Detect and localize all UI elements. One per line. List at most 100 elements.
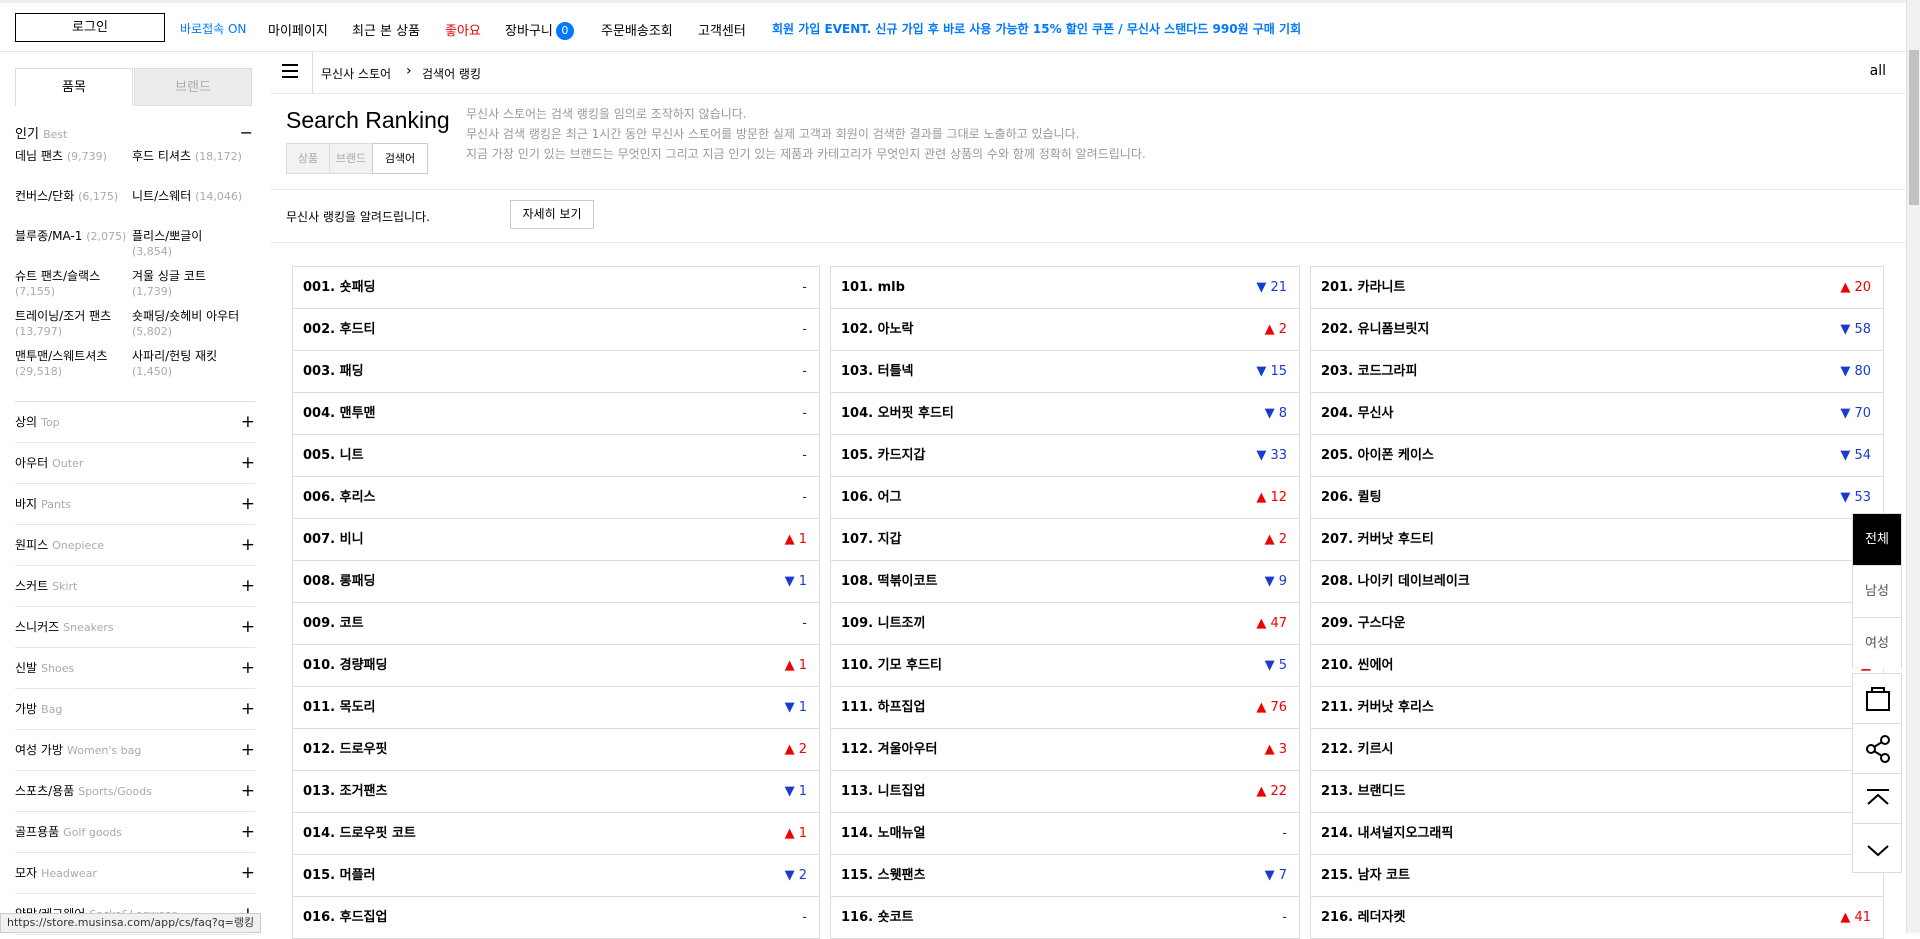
popular-item[interactable]: 컨버스/단화 (6,175) xyxy=(15,189,127,204)
ranking-row[interactable]: 215. 남자 코트 xyxy=(1311,855,1883,897)
ranking-row[interactable]: 014. 드로우핏 코트▲ 1 xyxy=(293,813,819,855)
likes-link[interactable]: 좋아요 xyxy=(445,20,481,39)
ranking-row[interactable]: 111. 하프집업▲ 76 xyxy=(831,687,1299,729)
ranking-row[interactable]: 201. 카라니트▲ 20 xyxy=(1311,267,1883,309)
ranking-row[interactable]: 206. 퀼팅▼ 53 xyxy=(1311,477,1883,519)
category-item[interactable]: 모자Headwear+ xyxy=(15,853,255,894)
ranking-row[interactable]: 109. 니트조끼▲ 47 xyxy=(831,603,1299,645)
share-icon[interactable] xyxy=(1852,723,1902,773)
expand-icon[interactable]: + xyxy=(241,484,255,524)
category-item[interactable]: 스포츠/용품Sports/Goods+ xyxy=(15,771,255,812)
tab-keywords[interactable]: 검색어 xyxy=(372,143,428,174)
popular-item[interactable]: 숏패딩/숏헤비 아우터 (5,802) xyxy=(132,309,244,339)
popular-item[interactable]: 사파리/헌팅 재킷 (1,450) xyxy=(132,349,244,379)
ranking-row[interactable]: 107. 지갑▲ 2 xyxy=(831,519,1299,561)
more-details-button[interactable]: 자세히 보기 xyxy=(510,200,594,229)
category-item[interactable]: 아우터Outer+ xyxy=(15,443,255,484)
ranking-row[interactable]: 106. 어그▲ 12 xyxy=(831,477,1299,519)
collapse-icon[interactable]: − xyxy=(240,123,253,142)
order-tracking-link[interactable]: 주문배송조회 xyxy=(601,20,673,39)
category-item[interactable]: 가방Bag+ xyxy=(15,689,255,730)
ranking-row[interactable]: 003. 패딩- xyxy=(293,351,819,393)
ranking-row[interactable]: 208. 나이키 데이브레이크▲ xyxy=(1311,561,1883,603)
ranking-row[interactable]: 108. 떡볶이코트▼ 9 xyxy=(831,561,1299,603)
ranking-row[interactable]: 101. mlb▼ 21 xyxy=(831,267,1299,309)
expand-icon[interactable]: + xyxy=(241,730,255,770)
category-item[interactable]: 원피스Onepiece+ xyxy=(15,525,255,566)
filter-all-button[interactable]: 전체 xyxy=(1852,513,1902,565)
ranking-row[interactable]: 007. 비니▲ 1 xyxy=(293,519,819,561)
ranking-row[interactable]: 010. 경량패딩▲ 1 xyxy=(293,645,819,687)
ranking-row[interactable]: 002. 후드티- xyxy=(293,309,819,351)
ranking-row[interactable]: 011. 목도리▼ 1 xyxy=(293,687,819,729)
expand-icon[interactable]: + xyxy=(241,566,255,606)
filter-women-button[interactable]: 여성 xyxy=(1852,617,1902,669)
popular-item[interactable]: 슈트 팬츠/슬랙스 (7,155) xyxy=(15,269,127,299)
tab-brands-ranking[interactable]: 브랜드 xyxy=(329,143,373,174)
popular-item[interactable]: 겨울 싱글 코트 (1,739) xyxy=(132,269,244,299)
ranking-row[interactable]: 214. 내셔널지오그래픽- xyxy=(1311,813,1883,855)
scroll-top-icon[interactable] xyxy=(1852,773,1902,823)
popular-item[interactable]: 니트/스웨터 (14,046) xyxy=(132,189,244,204)
category-item[interactable]: 스커트Skirt+ xyxy=(15,566,255,607)
ranking-row[interactable]: 110. 기모 후드티▼ 5 xyxy=(831,645,1299,687)
event-banner-link[interactable]: 회원 가입 EVENT. 신규 가입 후 바로 사용 가능한 15% 할인 쿠폰… xyxy=(772,20,1301,37)
ranking-row[interactable]: 005. 니트- xyxy=(293,435,819,477)
shopping-bag-icon[interactable] xyxy=(1852,673,1902,723)
ranking-row[interactable]: 013. 조거팬츠▼ 1 xyxy=(293,771,819,813)
expand-icon[interactable]: + xyxy=(241,443,255,483)
filter-men-button[interactable]: 남성 xyxy=(1852,565,1902,617)
ranking-row[interactable]: 207. 커버낫 후드티▲ xyxy=(1311,519,1883,561)
expand-icon[interactable]: + xyxy=(241,607,255,647)
ranking-row[interactable]: 012. 드로우핏▲ 2 xyxy=(293,729,819,771)
ranking-row[interactable]: 210. 씬에어▲ xyxy=(1311,645,1883,687)
ranking-row[interactable]: 114. 노매뉴얼- xyxy=(831,813,1299,855)
ranking-row[interactable]: 009. 코트- xyxy=(293,603,819,645)
category-item[interactable]: 스니커즈Sneakers+ xyxy=(15,607,255,648)
scroll-down-icon[interactable] xyxy=(1852,823,1902,873)
ranking-row[interactable]: 203. 코드그라피▼ 80 xyxy=(1311,351,1883,393)
mypage-link[interactable]: 마이페이지 xyxy=(268,20,328,39)
ranking-row[interactable]: 001. 숏패딩- xyxy=(293,267,819,309)
ranking-row[interactable]: 103. 터틀넥▼ 15 xyxy=(831,351,1299,393)
ranking-row[interactable]: 204. 무신사▼ 70 xyxy=(1311,393,1883,435)
ranking-row[interactable]: 105. 카드지갑▼ 33 xyxy=(831,435,1299,477)
category-item[interactable]: 상의Top+ xyxy=(15,402,255,443)
ranking-row[interactable]: 104. 오버핏 후드티▼ 8 xyxy=(831,393,1299,435)
popular-item[interactable]: 데님 팬츠 (9,739) xyxy=(15,149,127,164)
cart-link[interactable]: 장바구니0 xyxy=(505,20,574,40)
ranking-row[interactable]: 212. 키르시▼ xyxy=(1311,729,1883,771)
popular-item[interactable]: 트레이닝/조거 팬츠 (13,797) xyxy=(15,309,127,339)
category-item[interactable]: 바지Pants+ xyxy=(15,484,255,525)
ranking-row[interactable]: 202. 유니폼브릿지▼ 58 xyxy=(1311,309,1883,351)
ranking-row[interactable]: 015. 머플러▼ 2 xyxy=(293,855,819,897)
expand-icon[interactable]: + xyxy=(241,853,255,893)
tab-brands[interactable]: 브랜드 xyxy=(134,68,252,106)
tab-items[interactable]: 품목 xyxy=(15,68,133,106)
popular-item[interactable]: 플리스/뽀글이 (3,854) xyxy=(132,229,244,259)
popular-item[interactable]: 후드 티셔츠 (18,172) xyxy=(132,149,244,164)
popular-item[interactable]: 블루종/MA-1 (2,075) xyxy=(15,229,127,244)
tab-products[interactable]: 상품 xyxy=(286,143,330,174)
ranking-row[interactable]: 209. 구스다운 xyxy=(1311,603,1883,645)
ranking-row[interactable]: 211. 커버낫 후리스▲ xyxy=(1311,687,1883,729)
expand-icon[interactable]: + xyxy=(241,525,255,565)
scrollbar-thumb[interactable] xyxy=(1909,50,1919,205)
quick-access-toggle[interactable]: 바로접속 ON xyxy=(180,20,246,37)
menu-icon[interactable] xyxy=(282,64,298,78)
expand-icon[interactable]: + xyxy=(241,648,255,688)
ranking-row[interactable]: 115. 스웻팬츠▼ 7 xyxy=(831,855,1299,897)
login-button[interactable]: 로그인 xyxy=(15,13,165,42)
expand-icon[interactable]: + xyxy=(241,402,255,442)
recent-products-link[interactable]: 최근 본 상품 xyxy=(352,20,420,39)
page-scrollbar[interactable] xyxy=(1906,0,1920,933)
popular-heading[interactable]: 인기 Best− xyxy=(15,123,255,142)
popular-item[interactable]: 맨투맨/스웨트셔츠 (29,518) xyxy=(15,349,127,379)
ranking-row[interactable]: 004. 맨투맨- xyxy=(293,393,819,435)
ranking-row[interactable]: 205. 아이폰 케이스▼ 54 xyxy=(1311,435,1883,477)
ranking-row[interactable]: 113. 니트집업▲ 22 xyxy=(831,771,1299,813)
ranking-row[interactable]: 008. 롱패딩▼ 1 xyxy=(293,561,819,603)
ranking-row[interactable]: 102. 아노락▲ 2 xyxy=(831,309,1299,351)
expand-icon[interactable]: + xyxy=(241,771,255,811)
category-item[interactable]: 골프용품Golf goods+ xyxy=(15,812,255,853)
